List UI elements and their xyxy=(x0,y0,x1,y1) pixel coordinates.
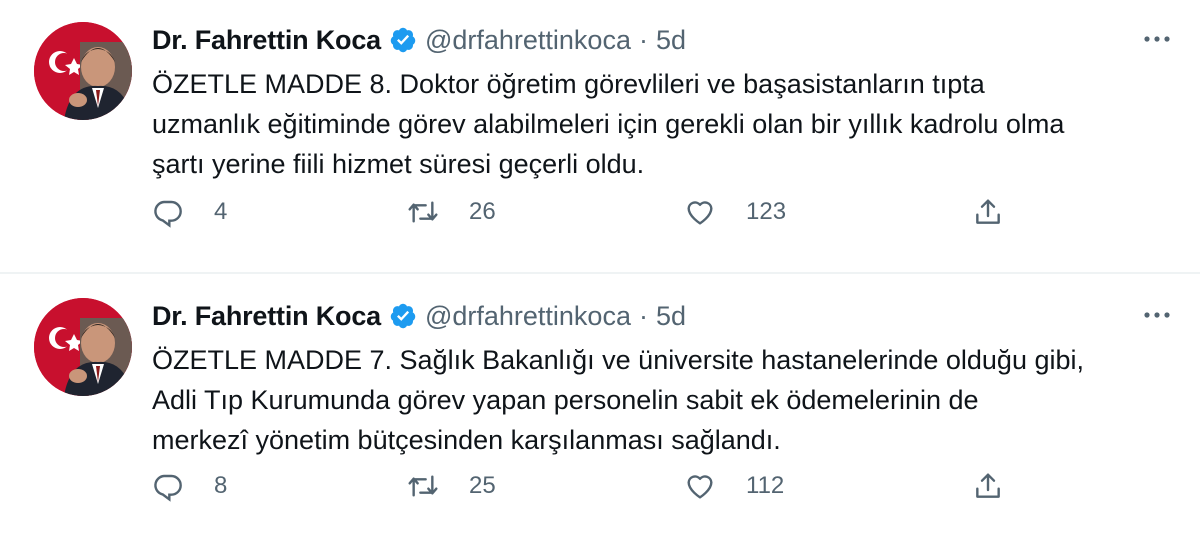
share-button[interactable] xyxy=(972,470,1004,502)
action-bar: 4 26 123 xyxy=(152,196,1052,232)
author-name[interactable]: Dr. Fahrettin Koca xyxy=(152,301,381,332)
share-button[interactable] xyxy=(972,196,1004,228)
share-icon xyxy=(976,473,1000,498)
like-count: 123 xyxy=(746,198,787,225)
like-button[interactable]: 112 xyxy=(684,470,784,502)
timestamp[interactable]: 5d xyxy=(656,25,686,56)
reply-button[interactable]: 4 xyxy=(152,196,227,228)
action-bar: 8 25 112 xyxy=(152,470,1052,506)
more-dots-icon[interactable] xyxy=(1142,310,1172,320)
like-count: 112 xyxy=(746,472,785,499)
reply-count: 8 xyxy=(214,472,228,499)
author-handle[interactable]: @drfahrettinkoca xyxy=(425,301,631,332)
retweet-count: 26 xyxy=(469,198,496,225)
tweet-text: ÖZETLE MADDE 8. Doktor öğretim görevlile… xyxy=(152,69,1065,179)
author-name[interactable]: Dr. Fahrettin Koca xyxy=(152,25,381,56)
reply-button[interactable]: 8 xyxy=(152,470,227,502)
verified-badge-icon xyxy=(390,303,416,329)
tweet-header: Dr. Fahrettin Koca @drfahrettinkoca · 5d xyxy=(152,22,1180,58)
avatar[interactable] xyxy=(34,22,132,120)
timestamp[interactable]: 5d xyxy=(656,301,686,332)
verified-badge-icon xyxy=(390,27,416,53)
separator-dot: · xyxy=(638,300,648,331)
retweet-button[interactable]: 25 xyxy=(407,470,496,502)
reply-icon xyxy=(154,200,182,228)
share-icon xyxy=(976,199,1000,224)
author-handle[interactable]: @drfahrettinkoca xyxy=(425,25,631,56)
heart-icon xyxy=(687,201,713,225)
reply-icon xyxy=(154,474,182,502)
avatar-image xyxy=(34,22,132,120)
avatar[interactable] xyxy=(34,298,132,396)
like-button[interactable]: 123 xyxy=(684,196,786,228)
reply-count: 4 xyxy=(214,198,228,225)
retweet-icon xyxy=(408,475,438,497)
avatar-image xyxy=(34,298,132,396)
retweet-icon xyxy=(408,201,438,223)
retweet-count: 25 xyxy=(469,472,496,499)
tweet[interactable]: Dr. Fahrettin Koca @drfahrettinkoca · 5d… xyxy=(0,272,1200,545)
retweet-button[interactable]: 26 xyxy=(407,196,496,228)
tweet[interactable]: Dr. Fahrettin Koca @drfahrettinkoca · 5d… xyxy=(0,0,1200,272)
heart-icon xyxy=(687,475,713,499)
tweet-text: ÖZETLE MADDE 7. Sağlık Bakanlığı ve üniv… xyxy=(152,345,1084,455)
separator-dot: · xyxy=(638,24,648,55)
tweet-header: Dr. Fahrettin Koca @drfahrettinkoca · 5d xyxy=(152,298,1180,334)
more-dots-icon[interactable] xyxy=(1142,34,1172,44)
